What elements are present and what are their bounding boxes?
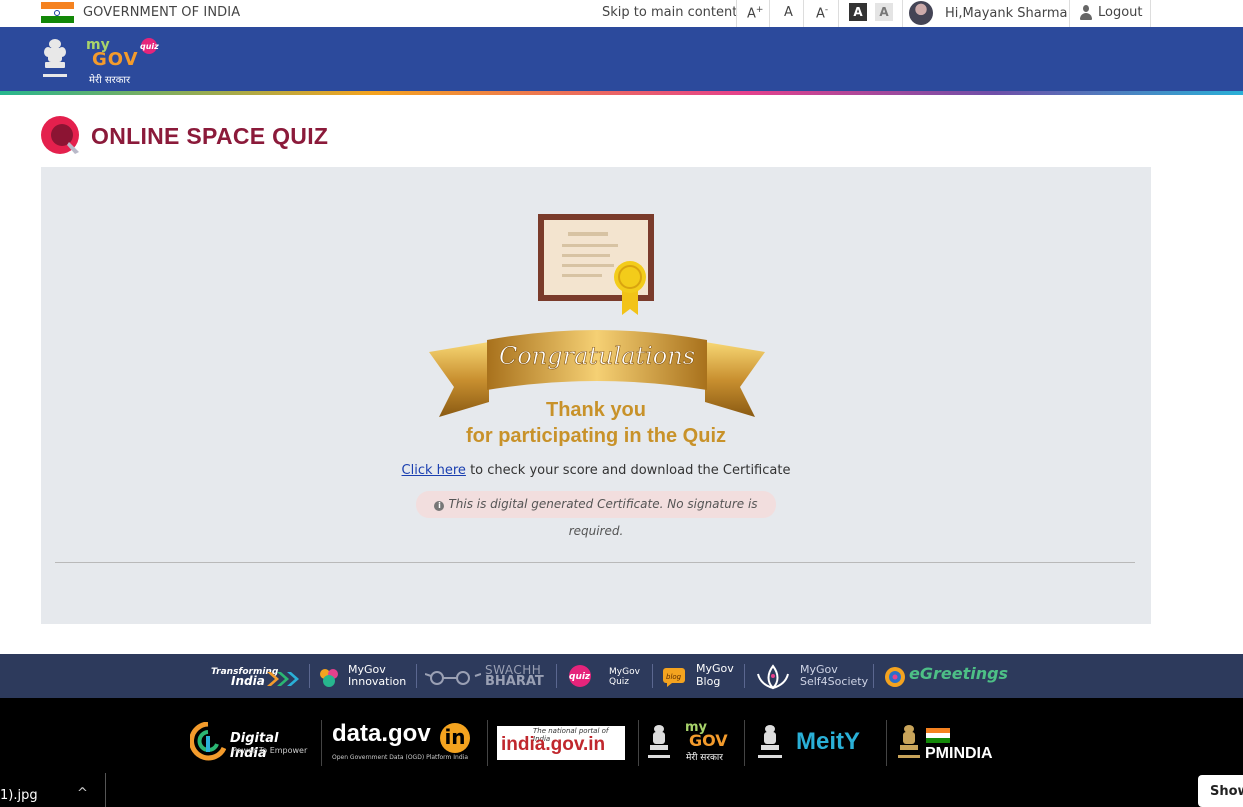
blog-icon: blog [663, 668, 685, 687]
skip-to-main-content-link[interactable]: Skip to main content [602, 5, 737, 20]
divider [487, 720, 488, 766]
meity-link[interactable]: MeitY [756, 722, 876, 766]
page-title: ONLINE SPACE QUIZ [91, 123, 329, 149]
congratulations-text: Congratulations [499, 342, 695, 370]
divider [556, 664, 557, 688]
high-contrast-button[interactable]: A [849, 3, 867, 21]
divider [652, 664, 653, 688]
national-emblem-icon [648, 725, 670, 758]
national-emblem-icon [898, 725, 920, 758]
note-text: This is digital generated Certificate. N… [448, 497, 758, 538]
divider [902, 0, 903, 27]
download-filename[interactable]: 1).jpg [0, 788, 38, 803]
mygov-innovation-link[interactable]: MyGov Innovation [318, 662, 410, 690]
divider [321, 720, 322, 766]
logo-hindi-text: मेरी सरकार [89, 75, 131, 86]
arrows-icon [267, 672, 299, 686]
national-emblem-icon [758, 725, 782, 758]
show-all-downloads-button[interactable]: Show [1198, 775, 1243, 807]
india-flag-icon [926, 728, 950, 743]
quiz-icon: quiz [569, 665, 591, 687]
national-emblem-icon [43, 39, 67, 77]
data-gov-link[interactable]: data.gov in Open Government Data (OGD) P… [330, 720, 476, 766]
logout-label: Logout [1098, 5, 1143, 20]
pmindia-link[interactable]: PMINDIA [897, 722, 1007, 766]
innovation-icon [320, 669, 338, 687]
gandhi-glasses-icon [425, 671, 481, 685]
divider [744, 664, 745, 688]
divider [769, 0, 770, 27]
mygov-self4society-link[interactable]: MyGov Self4Society [754, 662, 868, 690]
avatar[interactable] [909, 1, 933, 25]
certificate-icon [538, 214, 654, 315]
mygov-link[interactable]: my GOV मेरी सरकार [647, 720, 733, 766]
quiz-magnifier-icon [41, 116, 79, 154]
user-icon [1079, 5, 1093, 21]
egreetings-icon [885, 667, 905, 687]
divider [838, 0, 839, 27]
india-flag-icon [41, 2, 74, 23]
divider [736, 0, 737, 27]
divider [744, 720, 745, 766]
click-here-link[interactable]: Click here [402, 463, 466, 478]
india-gov-link[interactable]: The national portal of India india.gov.i… [497, 726, 625, 760]
normal-contrast-button[interactable]: A [875, 3, 893, 21]
digital-india-link[interactable]: Digital India Power To Empower [190, 722, 310, 764]
svg-text:quiz: quiz [140, 42, 159, 51]
top-strip: GOVERNMENT OF INDIA Skip to main content… [0, 0, 1243, 27]
self4society-icon [757, 664, 789, 690]
mygov-properties-footer: Transforming India MyGov Innovation SWAC… [0, 654, 1243, 698]
swachh-bharat-link[interactable]: SWACHH BHARAT [425, 662, 547, 690]
chevron-up-icon[interactable]: ^ [77, 786, 88, 801]
divider [105, 773, 106, 807]
certificate-instructions-text: to check your score and download the Cer… [465, 463, 791, 478]
certificate-instructions: Click here to check your score and downl… [41, 463, 1151, 478]
logout-button[interactable]: Logout [1069, 0, 1151, 27]
mygov-quiz-link[interactable]: quiz MyGov Quiz [566, 662, 644, 690]
font-normal-button[interactable]: A [784, 5, 793, 20]
header-color-stripe [0, 91, 1243, 95]
result-panel: Congratulations Thank you for participat… [41, 167, 1151, 624]
divider [638, 720, 639, 766]
mygov-blog-link[interactable]: blog MyGov Blog [662, 662, 740, 690]
font-decrease-button[interactable]: A- [816, 5, 828, 21]
participation-text: for participating in the Quiz [466, 425, 726, 447]
divider [886, 720, 887, 766]
divider [416, 664, 417, 688]
user-greeting[interactable]: Hi,Mayank Sharma [945, 6, 1067, 21]
divider [55, 562, 1135, 563]
quiz-badge-icon: quiz [140, 38, 159, 54]
transforming-india-link[interactable]: Transforming India [209, 662, 301, 690]
partner-sites-footer: Digital India Power To Empower data.gov … [0, 698, 1243, 807]
thank-you-text: Thank you [545, 399, 646, 421]
digital-certificate-note: i This is digital generated Certificate. … [416, 491, 776, 538]
divider [873, 664, 874, 688]
divider [803, 0, 804, 27]
divider [309, 664, 310, 688]
font-increase-button[interactable]: A+ [747, 5, 763, 21]
government-of-india-label: GOVERNMENT OF INDIA [83, 5, 241, 20]
digital-india-icon [190, 722, 226, 761]
info-icon: i [434, 501, 445, 511]
site-header [0, 27, 1243, 91]
svg-text:quiz: quiz [569, 672, 591, 682]
svg-text:blog: blog [666, 673, 682, 681]
logo-gov-text: GOV [92, 49, 139, 70]
egreetings-link[interactable]: eGreetings [884, 662, 1008, 690]
